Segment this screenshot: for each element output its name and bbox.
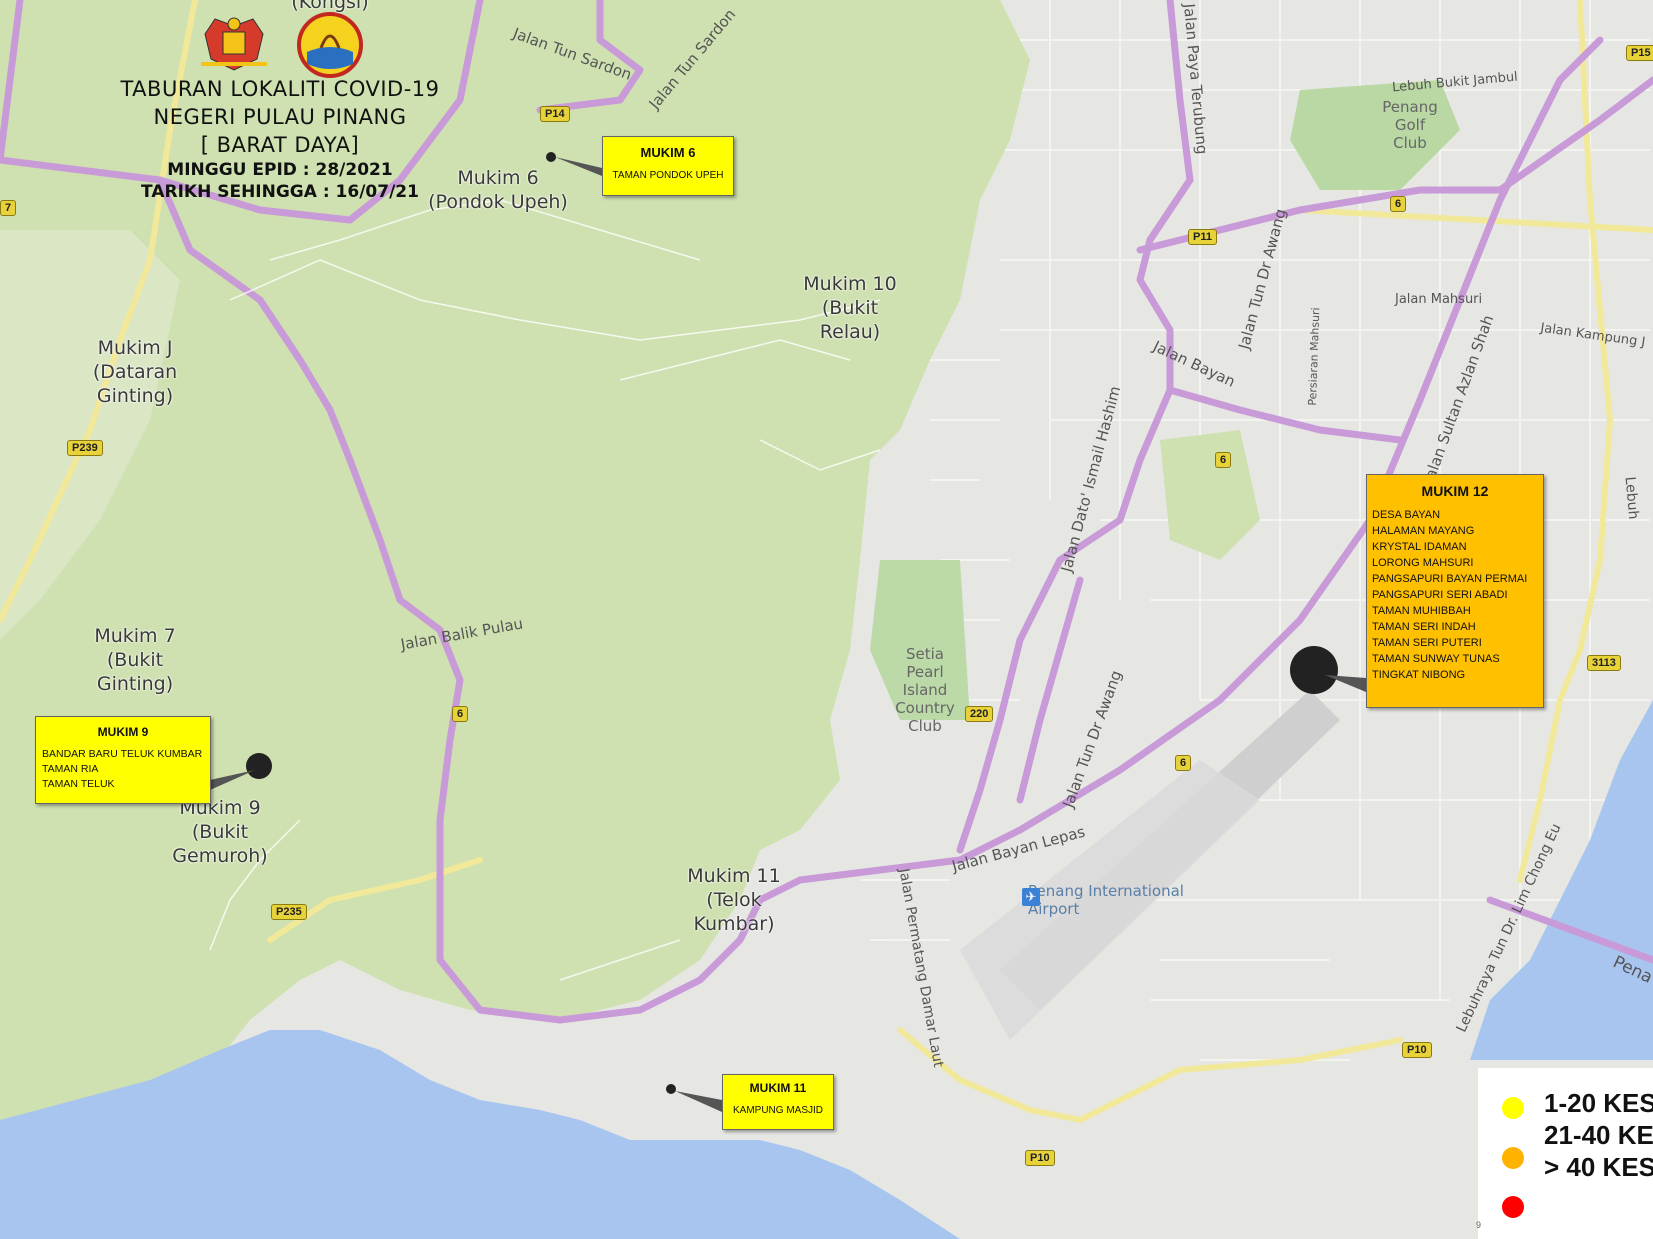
callout-mukim-9-item: BANDAR BARU TELUK KUMBAR	[42, 748, 203, 760]
marker-mukim11	[666, 1084, 676, 1094]
legend-label-high: > 40 KES	[1544, 1152, 1653, 1182]
title-line-2: NEGERI PULAU PINANG	[153, 105, 407, 129]
route-shield-p10-a: P10	[1402, 1042, 1432, 1058]
callout-mukim-6[interactable]: MUKIM 6 TAMAN PONDOK UPEH	[602, 136, 734, 196]
route-shield-p239: P239	[67, 440, 103, 456]
route-shield-p235: P235	[271, 904, 307, 920]
callout-mukim-12-item: TAMAN SERI INDAH	[1372, 621, 1476, 633]
callout-mukim-12-title: MUKIM 12	[1421, 483, 1489, 499]
label-mukim-6: Mukim 6 (Pondok Upeh)	[428, 167, 568, 213]
callout-mukim-11-title: MUKIM 11	[749, 1081, 807, 1095]
route-shield-3113: 3113	[1587, 655, 1621, 671]
callout-mukim-12[interactable]: MUKIM 12 DESA BAYAN HALAMAN MAYANG KRYST…	[1366, 474, 1544, 708]
route-shield-p10-b: P10	[1025, 1150, 1055, 1166]
route-shield-p15: P15	[1626, 45, 1653, 61]
callout-mukim-12-item: PANGSAPURI BAYAN PERMAI	[1372, 573, 1528, 585]
label-penang-airport: Penang International Airport	[1028, 882, 1184, 918]
callout-mukim-11-item: KAMPUNG MASJID	[732, 1105, 823, 1116]
title-line-1: TABURAN LOKALITI COVID-19	[120, 77, 440, 101]
label-penang-golf-club: Penang Golf Club	[1382, 98, 1438, 152]
label-kongsi: (Kongsi)	[291, 0, 369, 13]
label-mukim-7: Mukim 7 (Bukit Ginting)	[94, 625, 176, 695]
label-mukim-10: Mukim 10 (Bukit Relau)	[803, 273, 897, 343]
callout-mukim-12-item: HALAMAN MAYANG	[1372, 525, 1475, 537]
callout-mukim-9[interactable]: MUKIM 9 BANDAR BARU TELUK KUMBAR TAMAN R…	[35, 716, 211, 804]
legend-label-low: 1-20 KES	[1544, 1088, 1653, 1118]
callout-mukim-12-item: TAMAN MUHIBBAH	[1372, 605, 1471, 617]
callout-mukim-6-title: MUKIM 6	[640, 145, 696, 160]
airport-icon: ✈	[1022, 888, 1040, 906]
legend-dot-mid	[1502, 1147, 1524, 1169]
route-shield-6-d: 6	[1175, 755, 1192, 771]
callout-mukim-12-item: LORONG MAHSURI	[1372, 557, 1474, 569]
route-shield-p11: P11	[1188, 229, 1217, 245]
route-shield-220: 220	[965, 706, 994, 722]
route-shield-7: 7	[0, 200, 17, 216]
route-shield-6-a: 6	[1390, 196, 1407, 212]
callout-mukim-12-item: DESA BAYAN	[1372, 509, 1441, 521]
callout-mukim-12-item: TINGKAT NIBONG	[1372, 669, 1466, 681]
callout-mukim-11[interactable]: MUKIM 11 KAMPUNG MASJID	[722, 1074, 834, 1130]
callout-mukim-6-item: TAMAN PONDOK UPEH	[612, 170, 724, 181]
legend-label-mid: 21-40 KES	[1544, 1120, 1653, 1150]
title-line-3: [ BARAT DAYA]	[200, 133, 360, 157]
state-coat-of-arms-icon	[195, 14, 273, 74]
callout-mukim-9-item: TAMAN RIA	[42, 763, 99, 775]
label-setia-pearl-island: Setia Pearl Island Country Club	[895, 645, 955, 735]
marker-mukim9	[246, 753, 272, 779]
road-jalan-mahsuri: Jalan Mahsuri	[1395, 292, 1483, 307]
callout-mukim-9-title: MUKIM 9	[97, 725, 149, 739]
case-legend: 1-20 KES 21-40 KES > 40 KES 9	[1476, 1068, 1653, 1239]
callout-mukim-12-item: PANGSAPURI SERI ABADI	[1372, 589, 1508, 601]
label-mukim-j: Mukim J (Dataran Ginting)	[92, 337, 178, 407]
callout-mukim-12-item: TAMAN SUNWAY TUNAS	[1372, 653, 1500, 665]
marker-mukim12	[1290, 646, 1338, 694]
label-mukim-9: Mukim 9 (Bukit Gemuroh)	[172, 797, 268, 867]
callout-mukim-9-item: TAMAN TELUK	[42, 778, 115, 790]
callout-mukim-12-list: DESA BAYAN HALAMAN MAYANG KRYSTAL IDAMAN…	[1367, 507, 1543, 683]
route-shield-6-c: 6	[452, 706, 469, 722]
health-dept-logo-icon	[297, 12, 363, 78]
marker-mukim6	[546, 152, 556, 162]
route-shield-6-b: 6	[1215, 452, 1232, 468]
footer-mark: 9	[1476, 1220, 1482, 1230]
legend-dot-low	[1502, 1097, 1524, 1119]
callout-mukim-9-list: BANDAR BARU TELUK KUMBAR TAMAN RIA TAMAN…	[36, 747, 210, 792]
label-mukim-11: Mukim 11 (Telok Kumbar)	[687, 865, 781, 935]
route-shield-p14: P14	[540, 106, 570, 122]
legend-dot-high	[1502, 1196, 1524, 1218]
callout-mukim-12-item: KRYSTAL IDAMAN	[1372, 541, 1467, 553]
callout-mukim-12-item: TAMAN SERI PUTERI	[1372, 637, 1482, 649]
